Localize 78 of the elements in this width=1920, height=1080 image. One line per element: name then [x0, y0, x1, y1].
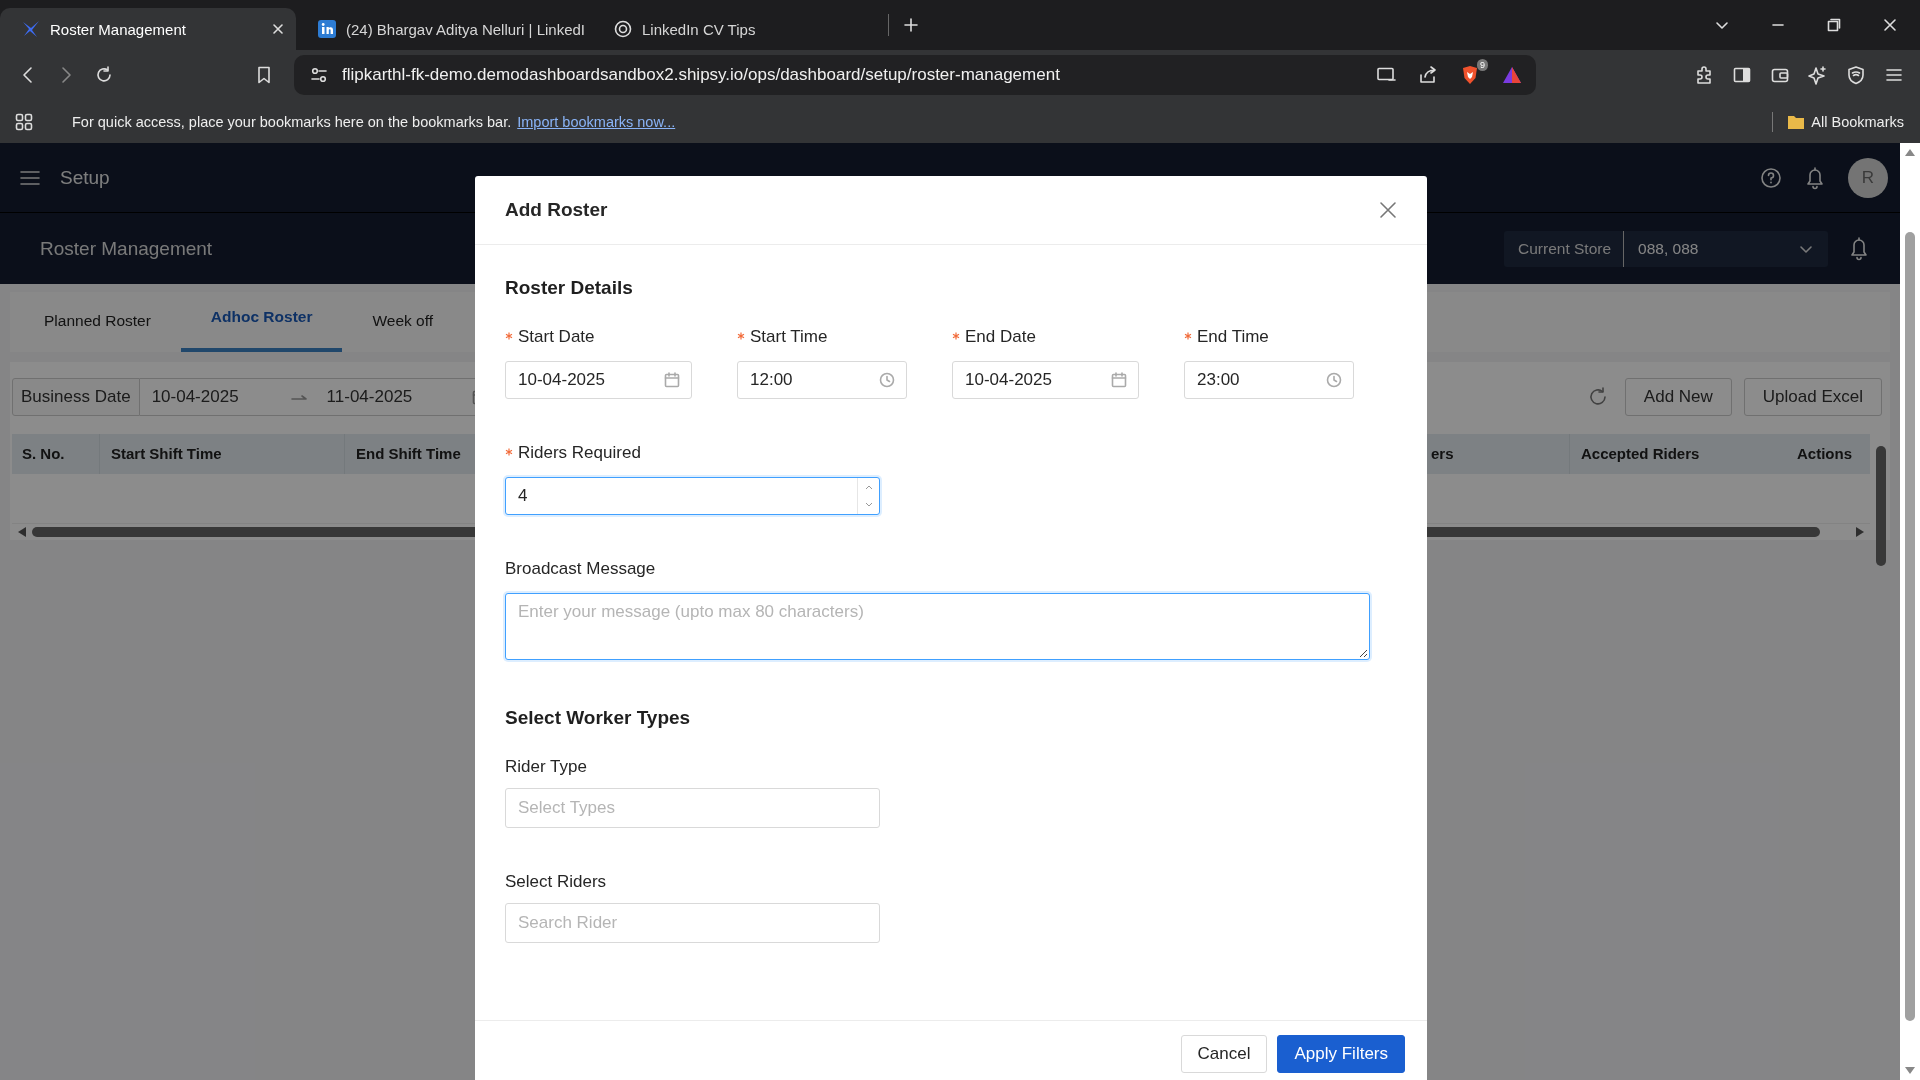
end-date: 11-04-2025: [326, 387, 413, 407]
field-label: Select Riders: [505, 872, 607, 892]
chevron-down-icon: [863, 501, 874, 509]
shield-icon[interactable]: [1846, 65, 1866, 85]
clock-icon: [1326, 372, 1342, 388]
bell-icon[interactable]: [1848, 235, 1870, 262]
plus-icon[interactable]: [903, 17, 919, 33]
bookmarks-hint: For quick access, place your bookmarks here on the bookmarks bar.: [72, 113, 512, 130]
sparkle-icon[interactable]: [1808, 65, 1828, 85]
cancel-button[interactable]: Cancel: [1180, 1035, 1268, 1073]
lion-shield-icon[interactable]: [1460, 65, 1480, 85]
tab[interactable]: Planned Roster: [14, 312, 181, 352]
dialog-title: Add Roster: [505, 199, 608, 221]
store-selector[interactable]: Current Store 088, 088: [1504, 230, 1828, 267]
sidebar-icon[interactable]: [1732, 65, 1752, 85]
column-header: Actions: [1796, 444, 1853, 464]
apply-button[interactable]: Apply Filters: [1277, 1035, 1405, 1073]
field-label: Start Time: [750, 327, 828, 347]
address-bar[interactable]: flipkarthl-fk-demo.demodashboardsandbox2.shipsy.io/ops/dashboard/setup/roster-management 9: [294, 55, 1536, 95]
date-field[interactable]: 10-04-2025: [952, 361, 1139, 399]
section-title: Roster Details: [505, 276, 634, 300]
count-badge: 9: [1477, 59, 1488, 71]
menu-icon[interactable]: [20, 169, 40, 186]
column-header: Accepted Riders: [1580, 444, 1701, 464]
folder-icon: [1787, 113, 1806, 130]
vertical-scrollbar[interactable]: [1876, 446, 1886, 566]
field-label: End Date: [965, 327, 1036, 347]
select-field[interactable]: Select Types: [505, 788, 880, 828]
store-value: 088, 088: [1637, 239, 1700, 258]
star-logo-icon: [22, 20, 40, 38]
start-date: 10-04-2025: [151, 387, 239, 407]
site-settings-icon[interactable]: [310, 66, 328, 84]
column-header: End Shift Time: [355, 444, 462, 464]
search-field[interactable]: Search Rider: [505, 903, 880, 943]
tab[interactable]: Adhoc Roster: [180, 308, 343, 352]
toolbar-button[interactable]: Add New: [1624, 378, 1732, 416]
puzzle-icon[interactable]: [1694, 65, 1714, 85]
time-field[interactable]: 23:00: [1184, 361, 1354, 399]
apps-grid-icon[interactable]: [14, 111, 34, 132]
spiral-logo-icon: [614, 20, 632, 38]
chevron-up-icon: [863, 483, 874, 491]
header-title: Setup: [60, 166, 110, 189]
down-arrow-icon: [1905, 1067, 1915, 1074]
logo-icon: [318, 20, 336, 38]
bell-icon[interactable]: [1804, 165, 1826, 190]
all-bookmarks-button[interactable]: All Bookmarks: [1787, 113, 1904, 130]
import-bookmarks-link[interactable]: Import bookmarks now...: [517, 113, 676, 130]
browser-tab[interactable]: (24) Bhargav Aditya Nelluri | LinkedI: [296, 8, 592, 50]
field-label: Rider Type: [505, 757, 587, 777]
calendar-icon: [1111, 372, 1127, 388]
section-title: Select Worker Types: [505, 706, 692, 730]
clock-icon: [879, 372, 895, 388]
field-label: Broadcast Message: [505, 559, 656, 579]
date-field[interactable]: 10-04-2025: [505, 361, 692, 399]
restore-icon[interactable]: [1826, 17, 1842, 33]
calendar-icon: [664, 372, 680, 388]
browser-tab[interactable]: LinkedIn CV Tips: [592, 8, 888, 50]
browser-tab[interactable]: Roster Management: [0, 8, 296, 50]
share-icon[interactable]: [1418, 65, 1438, 85]
store-label: Current Store: [1504, 230, 1625, 267]
close-icon[interactable]: [1882, 17, 1898, 33]
up-arrow-icon: [1905, 149, 1915, 156]
date-filter-label: Business Date: [12, 378, 140, 416]
left-arrow-icon: [18, 527, 26, 537]
help-icon[interactable]: [1760, 166, 1782, 189]
field-label: Riders Required: [518, 443, 641, 463]
number-field[interactable]: 4: [505, 477, 880, 515]
resize-handle-icon: [1359, 649, 1368, 658]
page-title: Roster Management: [40, 237, 213, 260]
field-label: End Time: [1197, 327, 1269, 347]
toolbar-button[interactable]: Upload Excel: [1743, 378, 1882, 416]
tab[interactable]: Week off: [342, 312, 464, 352]
field-label: Start Date: [518, 327, 595, 347]
triangle-icon[interactable]: [1502, 65, 1522, 85]
message-field[interactable]: Enter your message (upto max 80 characters): [505, 593, 1370, 660]
right-arrow-icon: [1856, 527, 1864, 537]
reload-icon[interactable]: [94, 65, 114, 85]
time-field[interactable]: 12:00: [737, 361, 907, 399]
